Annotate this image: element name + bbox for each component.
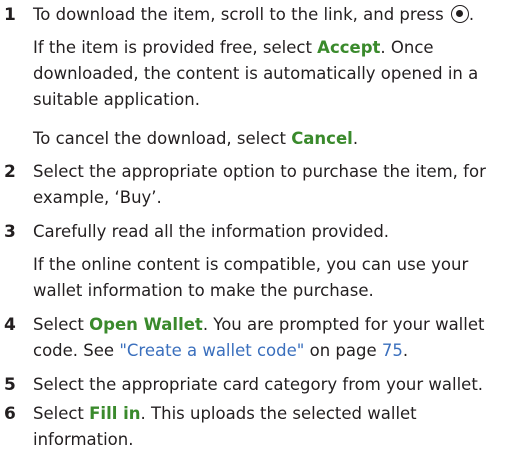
step-number: 6 (4, 404, 16, 424)
step-text-part: Select (33, 404, 90, 423)
step-text: To download the item, scroll to the link… (33, 2, 513, 28)
fill-in-term: Fill in (89, 404, 141, 423)
step-text-part: . (402, 341, 409, 360)
step-note: To cancel the download, select Cancel. (33, 126, 513, 152)
step-text: Carefully read all the information provi… (33, 222, 390, 241)
note-text: To cancel the download, select (33, 129, 292, 148)
period: . (468, 5, 475, 24)
step-text: Select Open Wallet. You are prompted for… (33, 312, 513, 364)
create-wallet-code-link[interactable]: "Create a wallet code" (119, 341, 304, 360)
cancel-term: Cancel (291, 129, 353, 148)
accept-term: Accept (317, 38, 381, 57)
step-note: If the online content is compatible, you… (33, 255, 469, 300)
step-number: 1 (4, 5, 16, 25)
step-number: 2 (4, 162, 16, 182)
step-text: Select the appropriate card category fro… (33, 375, 484, 394)
step-text: Select Fill in. This uploads the selecte… (33, 401, 513, 453)
page-75-link[interactable]: 75 (382, 341, 403, 360)
joystick-press-icon (450, 5, 469, 23)
step-number: 4 (4, 315, 16, 335)
note-text: If the item is provided free, select (33, 38, 318, 57)
step-number: 5 (4, 375, 16, 395)
step-text: Select the appropriate option to purchas… (33, 162, 486, 207)
step-text-part: on page (304, 341, 382, 360)
instruction-page: 1 To download the item, scroll to the li… (0, 0, 518, 449)
step-note: If the item is provided free, select Acc… (33, 35, 513, 113)
step-number: 3 (4, 222, 16, 242)
open-wallet-term: Open Wallet (89, 315, 203, 334)
note-text: . (352, 129, 359, 148)
step-text-part: Select (33, 315, 90, 334)
step-1-text: To download the item, scroll to the link… (33, 5, 444, 24)
